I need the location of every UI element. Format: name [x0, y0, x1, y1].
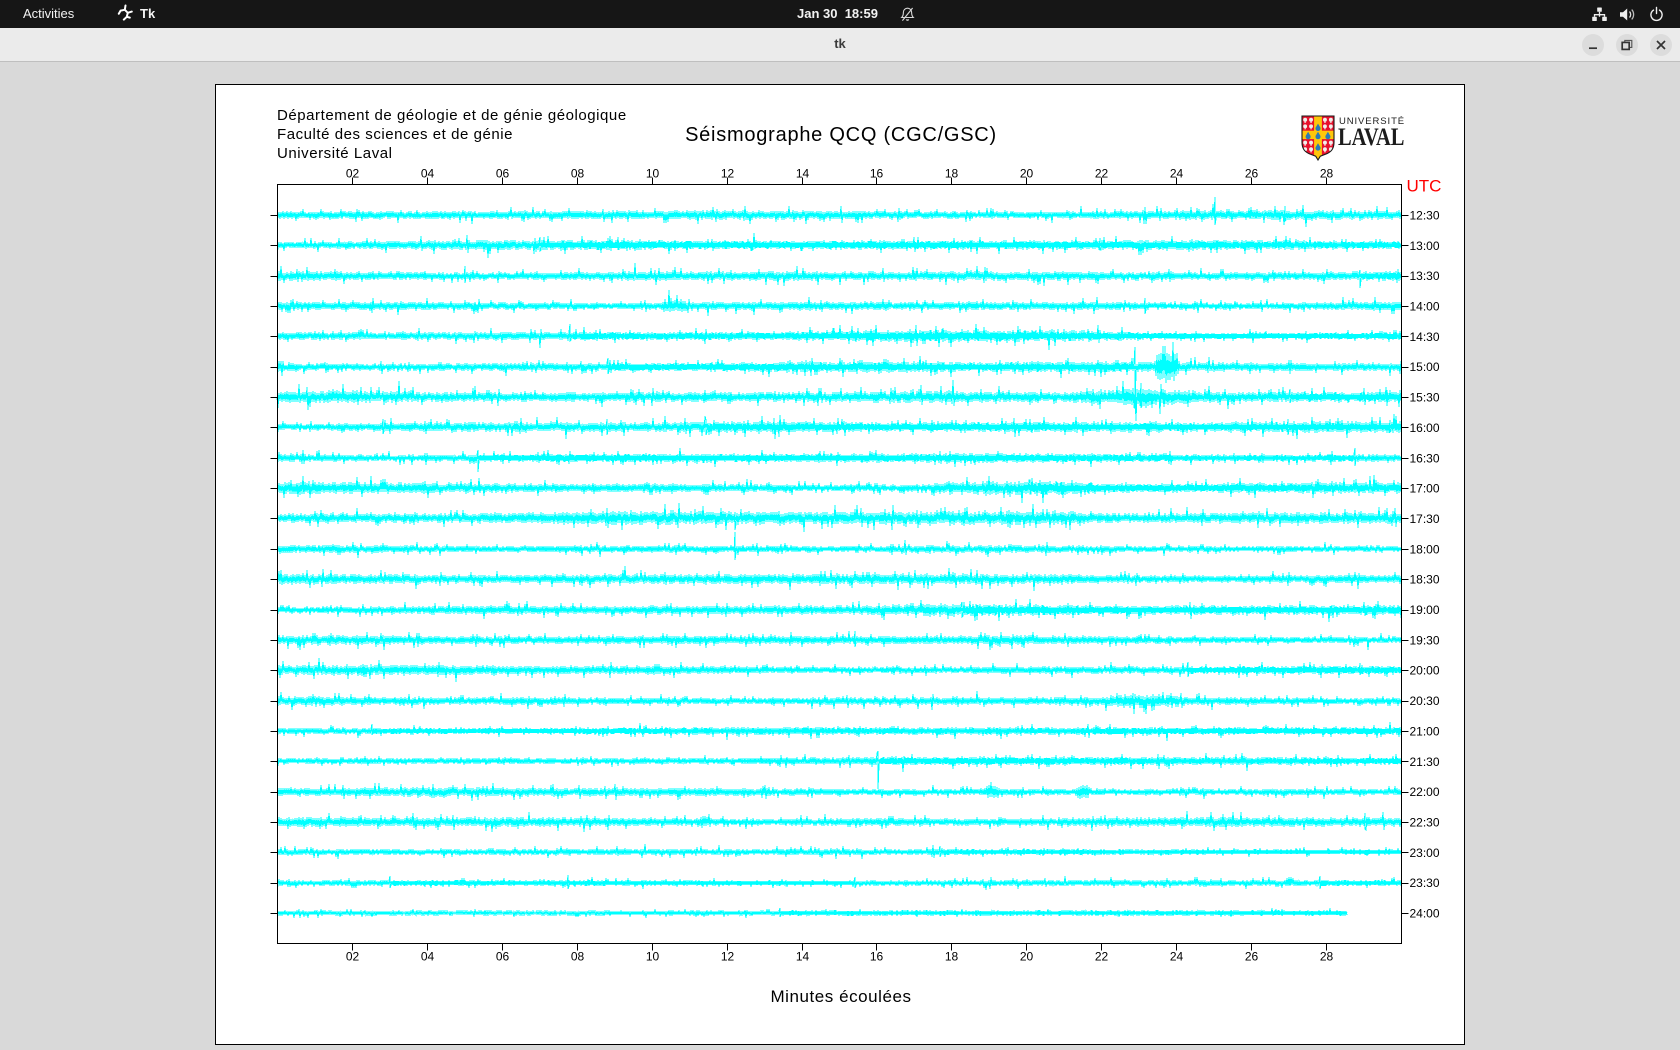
- svg-text:22: 22: [1095, 950, 1109, 964]
- svg-text:14: 14: [796, 950, 810, 964]
- svg-text:20: 20: [1020, 950, 1034, 964]
- svg-text:17:30: 17:30: [1410, 512, 1440, 526]
- svg-text:10: 10: [646, 167, 660, 181]
- svg-text:23:00: 23:00: [1410, 846, 1440, 860]
- svg-text:20:00: 20:00: [1410, 664, 1440, 678]
- svg-text:12: 12: [721, 167, 735, 181]
- svg-text:18:30: 18:30: [1410, 573, 1440, 587]
- svg-text:04: 04: [421, 167, 435, 181]
- svg-text:18: 18: [945, 167, 959, 181]
- svg-text:06: 06: [496, 950, 510, 964]
- svg-text:14:30: 14:30: [1410, 330, 1440, 344]
- svg-text:12: 12: [721, 950, 735, 964]
- svg-text:08: 08: [571, 950, 585, 964]
- svg-text:18:00: 18:00: [1410, 542, 1440, 556]
- svg-text:26: 26: [1245, 950, 1259, 964]
- svg-text:16:30: 16:30: [1410, 451, 1440, 465]
- svg-text:02: 02: [346, 950, 360, 964]
- svg-text:13:30: 13:30: [1410, 269, 1440, 283]
- svg-text:18: 18: [945, 950, 959, 964]
- svg-text:28: 28: [1320, 167, 1334, 181]
- svg-text:23:30: 23:30: [1410, 876, 1440, 890]
- svg-text:20: 20: [1020, 167, 1034, 181]
- svg-text:22:00: 22:00: [1410, 785, 1440, 799]
- svg-text:16:00: 16:00: [1410, 421, 1440, 435]
- svg-text:19:00: 19:00: [1410, 603, 1440, 617]
- svg-text:15:00: 15:00: [1410, 360, 1440, 374]
- svg-text:16: 16: [870, 950, 884, 964]
- svg-text:08: 08: [571, 167, 585, 181]
- svg-text:06: 06: [496, 167, 510, 181]
- svg-text:14: 14: [796, 167, 810, 181]
- svg-text:12:30: 12:30: [1410, 209, 1440, 223]
- svg-text:UTC: UTC: [1407, 177, 1442, 196]
- svg-text:17:00: 17:00: [1410, 482, 1440, 496]
- svg-text:24:00: 24:00: [1410, 907, 1440, 921]
- svg-text:13:00: 13:00: [1410, 239, 1440, 253]
- svg-text:21:30: 21:30: [1410, 755, 1440, 769]
- svg-text:19:30: 19:30: [1410, 633, 1440, 647]
- svg-text:14:00: 14:00: [1410, 300, 1440, 314]
- svg-text:28: 28: [1320, 950, 1334, 964]
- svg-text:10: 10: [646, 950, 660, 964]
- svg-text:02: 02: [346, 167, 360, 181]
- svg-text:16: 16: [870, 167, 884, 181]
- svg-text:22:30: 22:30: [1410, 816, 1440, 830]
- svg-text:26: 26: [1245, 167, 1259, 181]
- svg-text:15:30: 15:30: [1410, 391, 1440, 405]
- svg-text:04: 04: [421, 950, 435, 964]
- svg-text:24: 24: [1170, 167, 1184, 181]
- svg-text:21:00: 21:00: [1410, 724, 1440, 738]
- svg-text:22: 22: [1095, 167, 1109, 181]
- svg-text:24: 24: [1170, 950, 1184, 964]
- svg-text:20:30: 20:30: [1410, 694, 1440, 708]
